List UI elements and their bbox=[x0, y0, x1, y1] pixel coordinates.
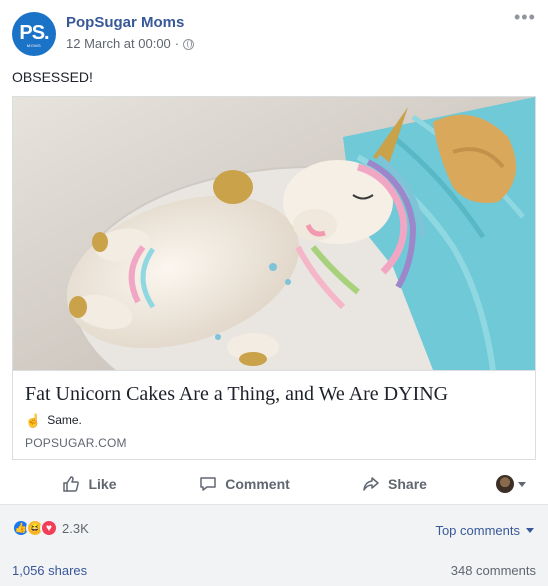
post-timestamp[interactable]: 12 March at 00:00 bbox=[66, 36, 171, 52]
unicorn-cake-image bbox=[13, 97, 535, 370]
link-preview-image[interactable] bbox=[13, 97, 535, 370]
comment-bubble-icon bbox=[200, 477, 216, 491]
facebook-post: PS. MOMS PopSugar Moms 12 March at 00:00… bbox=[0, 0, 548, 586]
link-preview-card[interactable]: Fat Unicorn Cakes Are a Thing, and We Ar… bbox=[12, 96, 536, 460]
post-footer: 👍 😆 ♥ 2.3K Top comments 1,056 shares 348… bbox=[0, 504, 548, 586]
thumbs-up-icon bbox=[63, 476, 80, 492]
user-avatar bbox=[496, 475, 514, 493]
more-dots-icon[interactable]: ••• bbox=[514, 8, 535, 26]
globe-icon[interactable] bbox=[183, 38, 195, 50]
avatar-logo-subtext: MOMS bbox=[26, 43, 42, 48]
chevron-down-icon bbox=[526, 528, 534, 533]
meta-separator: · bbox=[174, 36, 180, 51]
page-name-link[interactable]: PopSugar Moms bbox=[66, 14, 184, 32]
share-button[interactable]: Share bbox=[322, 468, 467, 500]
link-title[interactable]: Fat Unicorn Cakes Are a Thing, and We Ar… bbox=[25, 382, 448, 406]
shares-count[interactable]: 1,056 shares bbox=[12, 563, 87, 578]
comments-count[interactable]: 348 comments bbox=[451, 563, 536, 578]
caret-down-icon bbox=[518, 481, 526, 487]
pointing-hand-icon: ☝ bbox=[25, 412, 42, 428]
link-domain: POPSUGAR.COM bbox=[25, 436, 127, 450]
reactions-summary[interactable]: 👍 😆 ♥ 2.3K bbox=[12, 519, 89, 537]
post-meta: 12 March at 00:00 · bbox=[66, 36, 195, 52]
comment-label: Comment bbox=[225, 476, 290, 492]
link-description: ☝ Same. bbox=[25, 412, 82, 428]
link-preview-body[interactable]: Fat Unicorn Cakes Are a Thing, and We Ar… bbox=[13, 370, 535, 459]
action-bar: Like Comment Share bbox=[12, 466, 536, 502]
love-reaction-icon: ♥ bbox=[40, 519, 58, 537]
reaction-count[interactable]: 2.3K bbox=[62, 521, 89, 536]
avatar-logo-text: PS. bbox=[19, 22, 49, 44]
page-avatar[interactable]: PS. MOMS bbox=[12, 12, 56, 56]
post-text: OBSESSED! bbox=[12, 69, 93, 85]
audience-selector[interactable] bbox=[496, 475, 526, 493]
share-arrow-icon bbox=[363, 477, 379, 491]
like-label: Like bbox=[88, 476, 117, 492]
like-button[interactable]: Like bbox=[12, 468, 167, 500]
comment-button[interactable]: Comment bbox=[167, 468, 322, 500]
comment-sort-dropdown[interactable]: Top comments bbox=[435, 523, 534, 538]
share-label: Share bbox=[388, 476, 427, 492]
comment-sort-label: Top comments bbox=[435, 523, 520, 538]
link-description-text: Same. bbox=[47, 413, 82, 427]
